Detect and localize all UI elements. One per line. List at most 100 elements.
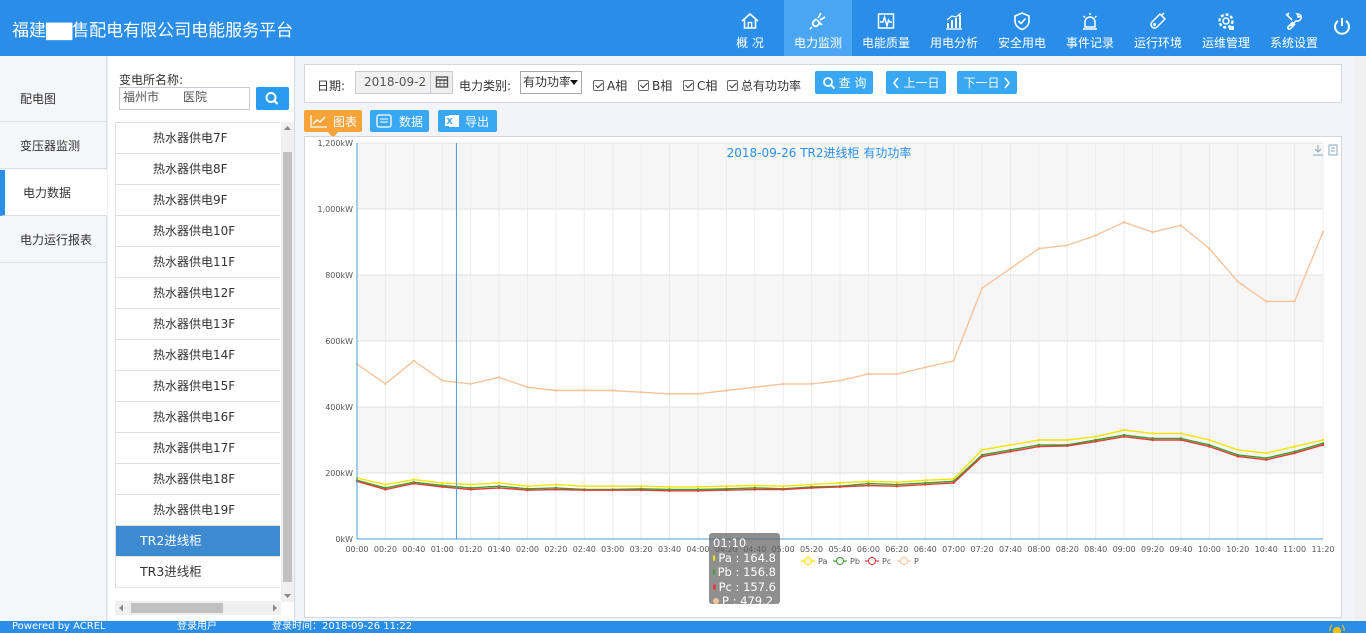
tree-item[interactable]: 热水器供电11F — [115, 247, 280, 278]
checkbox-phase-b[interactable]: B相 — [638, 77, 672, 94]
data-point-Pa — [1037, 438, 1041, 442]
tree-item[interactable]: 热水器供电12F — [115, 278, 280, 309]
tree-item[interactable]: 热水器供电7F — [115, 123, 280, 154]
data-point-P — [781, 382, 785, 386]
shield-check-icon — [1014, 12, 1030, 31]
checkbox-total-power[interactable]: 总有功功率 — [727, 77, 801, 94]
power-icon[interactable] — [1332, 16, 1352, 36]
date-input[interactable]: 2018-09-2 — [355, 71, 431, 94]
data-point-Pc — [725, 488, 728, 492]
data-view-icon[interactable] — [1328, 144, 1338, 156]
nav-item-3[interactable]: 用电分析 — [920, 0, 988, 56]
tree-horizontal-scrollbar[interactable] — [115, 601, 281, 615]
checkbox-box[interactable] — [683, 80, 694, 91]
tree-item[interactable]: TR3进线柜 — [115, 557, 280, 588]
nav-item-0[interactable]: 概 况 — [716, 0, 784, 56]
x-tick-label: 01:40 — [488, 545, 511, 554]
scroll-left-icon[interactable] — [115, 601, 127, 615]
checkbox-phase-a[interactable]: A相 — [593, 77, 627, 94]
scroll-down-icon[interactable] — [281, 590, 294, 602]
next-day-button[interactable]: 下一日 — [957, 71, 1017, 94]
data-point-P — [1236, 280, 1239, 283]
nav-item-1[interactable]: 电力监测 — [784, 0, 852, 56]
tree-vertical-scroll-thumb[interactable] — [283, 152, 292, 582]
alarm-icon[interactable] — [1322, 621, 1352, 633]
tree-vertical-scrollbar[interactable] — [281, 122, 294, 602]
tooltip-series-value: 479.2 — [740, 594, 774, 608]
tree-item[interactable]: 热水器供电17F — [115, 433, 280, 464]
data-point-Pc — [469, 488, 472, 491]
nav-item-7[interactable]: 运维管理 — [1192, 0, 1260, 56]
tab-data[interactable]: 数据 — [370, 110, 429, 132]
tree-item[interactable]: 热水器供电9F — [115, 185, 280, 216]
data-point-Pc — [1122, 435, 1126, 438]
data-point-Pc — [696, 489, 700, 493]
x-tick-label: 07:40 — [999, 545, 1022, 554]
page-vertical-scrollbar[interactable] — [1355, 56, 1366, 621]
nav-item-2[interactable]: 电能质量 — [852, 0, 920, 56]
data-point-Pa — [384, 483, 387, 486]
query-button[interactable]: 查 询 — [815, 71, 873, 94]
top-header: 福建▇▇售配电有限公司电能服务平台 概 况 电力监测 电能质量 用电分析 安全用电 事件记… — [0, 0, 1366, 56]
tree-item[interactable]: TR2进线柜 — [115, 526, 280, 557]
scroll-up-icon[interactable] — [281, 122, 294, 134]
tree-horizontal-scroll-thumb[interactable] — [131, 603, 223, 613]
data-point-Pc — [1321, 443, 1325, 447]
tree-item[interactable]: 热水器供电15F — [115, 371, 280, 402]
leftmenu-item-power-report[interactable]: 电力运行报表 — [0, 217, 107, 263]
leftmenu-item-power-data[interactable]: 电力数据 — [0, 170, 107, 216]
tree-item[interactable]: 热水器供电10F — [115, 216, 280, 247]
checkbox-box[interactable] — [593, 80, 604, 91]
station-search-button[interactable] — [256, 87, 289, 110]
tab-data-label: 数据 — [399, 114, 424, 129]
checkbox-box[interactable] — [638, 80, 649, 91]
tree-item[interactable]: 热水器供电13F — [115, 309, 280, 340]
tree-list: 热水器供电7F 热水器供电8F 热水器供电9F 热水器供电10F 热水器供电11F 热水器… — [115, 122, 280, 602]
nav-item-6[interactable]: 运行环境 — [1124, 0, 1192, 56]
data-point-Pa — [725, 485, 728, 488]
data-point-Pa — [1321, 438, 1325, 442]
nav-item-4[interactable]: 安全用电 — [988, 0, 1056, 56]
tree-item[interactable]: 热水器供电18F — [115, 464, 280, 495]
thermometer-icon — [1150, 12, 1167, 29]
x-tick-label: 10:00 — [1198, 545, 1221, 554]
data-point-Pc — [384, 488, 387, 491]
tree-item[interactable]: 热水器供电16F — [115, 402, 280, 433]
data-point-Pc — [1208, 445, 1211, 448]
x-tick-label: 11:20 — [1311, 545, 1334, 554]
nav-item-5[interactable]: 事件记录 — [1056, 0, 1124, 56]
line-chart-icon — [310, 115, 327, 128]
tab-chart[interactable]: 图表 — [304, 110, 362, 132]
x-tick-label: 03:00 — [601, 545, 624, 554]
tree-item[interactable]: 热水器供电8F — [115, 154, 280, 185]
status-bar: Powered by ACREL 登录用户 登录时间：2018-09-26 11… — [0, 621, 1366, 633]
home-icon — [741, 12, 759, 29]
tree-item[interactable]: 热水器供电19F — [115, 495, 280, 526]
data-point-Pa — [1094, 435, 1097, 438]
checkbox-box[interactable] — [727, 80, 738, 91]
query-label: 查 询 — [838, 76, 867, 90]
station-input[interactable]: 福州市 医院 — [119, 87, 250, 110]
leftmenu-item-transformer-monitor[interactable]: 变压器监测 — [0, 123, 107, 169]
calendar-button[interactable] — [431, 71, 453, 94]
data-point-P — [1321, 230, 1325, 234]
export-button[interactable]: X 导出 — [438, 110, 497, 132]
checkbox-phase-c[interactable]: C相 — [683, 77, 717, 94]
scroll-right-icon[interactable] — [269, 601, 281, 615]
data-point-Pc — [441, 485, 444, 489]
data-point-Pa — [1208, 438, 1211, 442]
data-point-P — [668, 392, 671, 395]
nav-item-8[interactable]: 系统设置 — [1260, 0, 1328, 56]
data-point-Pc — [1179, 438, 1183, 442]
search-icon — [265, 92, 279, 105]
caret-down-icon — [569, 79, 579, 87]
prev-day-button[interactable]: 上一日 — [886, 71, 946, 94]
data-point-Pc — [1236, 455, 1239, 458]
leftmenu-item-distribution-diagram[interactable]: 配电图 — [0, 76, 107, 122]
power-type-select[interactable]: 有功功率 — [520, 71, 582, 94]
tree-item[interactable]: 热水器供电14F — [115, 340, 280, 371]
data-point-Pa — [781, 485, 785, 488]
data-point-P — [639, 390, 643, 394]
tooltip-series-value: 157.6 — [743, 579, 776, 594]
power-type-value: 有功功率 — [523, 75, 572, 89]
